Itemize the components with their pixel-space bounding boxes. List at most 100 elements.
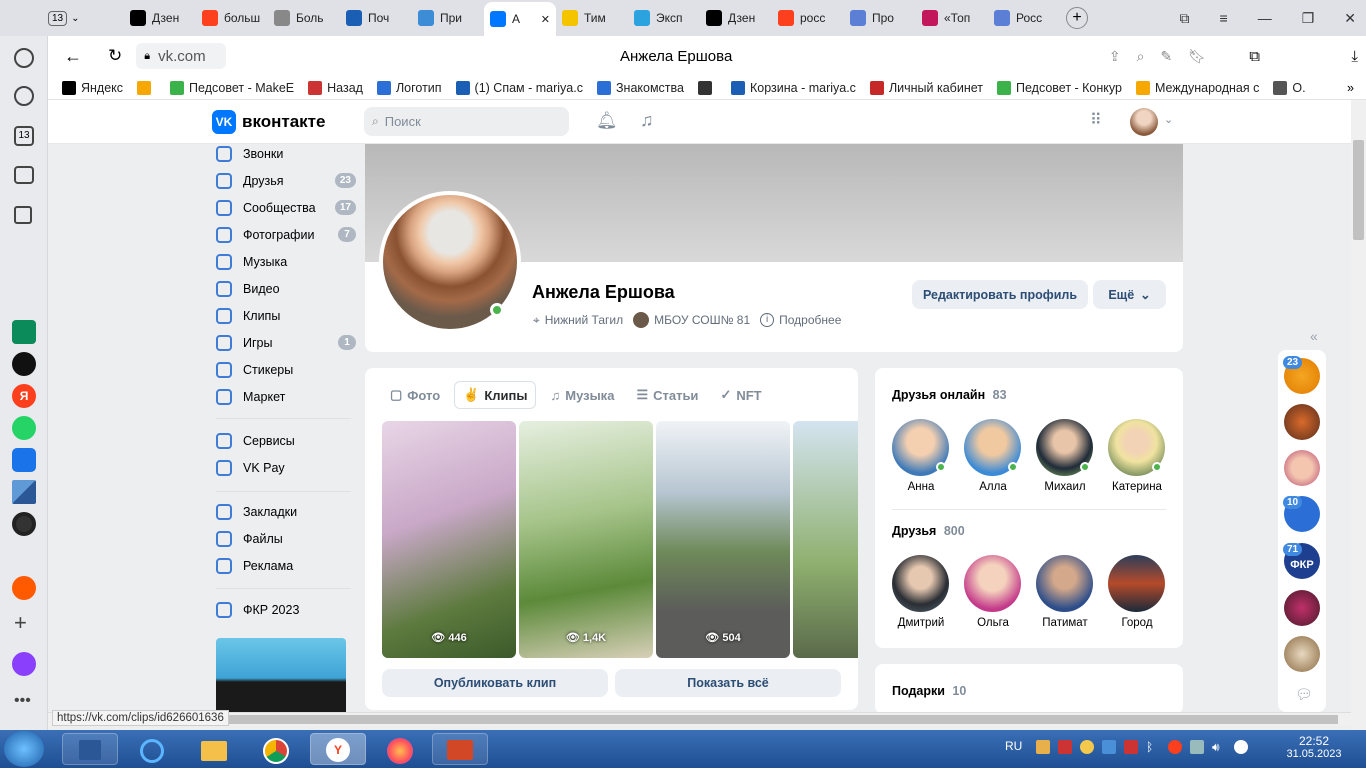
bookmark-item[interactable]: (1) Спам - mariya.c — [455, 80, 583, 95]
scrollbar-thumb[interactable] — [1353, 140, 1364, 240]
profile-city[interactable]: Нижний Тагил — [545, 313, 623, 327]
friend-name[interactable]: Анна — [886, 481, 956, 493]
friend-name[interactable]: Дмитрий — [886, 617, 956, 629]
chat-avatar[interactable] — [1284, 636, 1320, 672]
browser-tab[interactable]: Дзен — [700, 4, 772, 32]
volume-icon[interactable]: 🔊︎ — [1212, 740, 1226, 754]
friend-name[interactable]: Патимат — [1030, 617, 1100, 629]
menu-icon[interactable]: ≡ — [1220, 10, 1228, 27]
friend-name[interactable]: Алла — [958, 481, 1028, 493]
nav-item[interactable]: Видео — [216, 275, 356, 302]
tray-icon[interactable] — [1168, 740, 1182, 754]
header-avatar[interactable] — [1130, 108, 1158, 136]
music-note-icon[interactable]: ♫ — [640, 110, 654, 131]
bookmark-item[interactable]: Международная с — [1135, 80, 1259, 95]
tray-icon[interactable] — [1036, 740, 1050, 754]
media-tab[interactable]: ✌ Клипы — [454, 381, 537, 409]
ie-taskbar-icon[interactable] — [124, 733, 180, 765]
app-green-icon[interactable] — [12, 320, 36, 344]
browser-tab[interactable]: Боль — [268, 4, 340, 32]
nav-item[interactable]: Файлы — [216, 525, 356, 552]
publish-clip-button[interactable]: Опубликовать клип — [382, 669, 608, 697]
clip-thumbnail[interactable]: 👁︎ 446 — [382, 421, 516, 658]
browser-tab[interactable]: При — [412, 4, 484, 32]
explorer-taskbar-icon[interactable] — [186, 733, 242, 765]
bookmark-icon[interactable]: 🔖︎ — [1188, 48, 1206, 65]
bookmark-item[interactable]: Знакомства — [596, 80, 684, 95]
scrollbar-thumb[interactable] — [68, 715, 1338, 724]
more-bookmarks-icon[interactable]: » — [1347, 81, 1354, 95]
chevron-down-icon[interactable]: ⌄ — [1164, 113, 1173, 126]
bookmark-item[interactable]: О. — [1273, 80, 1306, 95]
media-tab[interactable]: ✓ NFT — [712, 381, 769, 409]
nav-item[interactable]: Игры 1 — [216, 329, 356, 356]
bluetooth-icon[interactable]: ᛒ — [1146, 740, 1160, 754]
nav-item[interactable]: Реклама — [216, 552, 356, 579]
start-button[interactable] — [4, 731, 44, 767]
word-taskbar-icon[interactable] — [62, 733, 118, 765]
chat-bubble-icon[interactable]: 💬︎ — [1295, 686, 1313, 703]
show-all-button[interactable]: Показать всё — [615, 669, 841, 697]
translate-icon[interactable]: ⌕ — [1137, 48, 1145, 65]
bookmark-item[interactable] — [137, 80, 156, 95]
whatsapp-icon[interactable] — [12, 416, 36, 440]
nav-item[interactable]: Сообщества 17 — [216, 194, 356, 221]
tray-icon[interactable] — [1102, 740, 1116, 754]
address-field[interactable]: 🔒︎ vk.com — [136, 43, 227, 69]
alice-ring-icon[interactable] — [12, 512, 36, 536]
nav-item[interactable]: Звонки — [216, 140, 356, 167]
music-app-icon[interactable] — [12, 576, 36, 600]
add-icon[interactable]: + — [14, 610, 27, 636]
friend-name[interactable]: Михаил — [1030, 481, 1100, 493]
more-dropdown-button[interactable]: Ещё ⌄ — [1093, 280, 1166, 309]
more-icon[interactable]: ••• — [14, 692, 31, 710]
nav-item[interactable]: ФКР 2023 — [216, 596, 356, 623]
screenshot-icon[interactable] — [14, 166, 34, 184]
clip-thumbnail[interactable] — [793, 421, 858, 658]
friend-name[interactable]: Ольга — [958, 617, 1028, 629]
friend-avatar[interactable] — [892, 555, 949, 612]
browser-tab[interactable]: «Топ — [916, 4, 988, 32]
firefox-taskbar-icon[interactable] — [372, 733, 428, 765]
chat-avatar[interactable] — [1284, 404, 1320, 440]
clock[interactable]: 22:52 31.05.2023 — [1282, 734, 1346, 760]
download-icon[interactable]: ⤓ — [1351, 48, 1358, 65]
bookmark-item[interactable]: Яндекс — [62, 80, 123, 95]
browser-tab[interactable]: больш — [196, 4, 268, 32]
browser-tab[interactable]: Дзен — [124, 4, 196, 32]
apps-grid-icon[interactable]: ⠿ — [1090, 110, 1102, 130]
bookmark-item[interactable]: Педсовет - МakeE — [170, 80, 294, 95]
language-indicator[interactable]: RU — [1005, 739, 1022, 753]
network-icon[interactable] — [1190, 740, 1204, 754]
browser-tab[interactable]: А ✕ — [484, 2, 556, 36]
bookmark-item[interactable]: Логотип — [376, 80, 442, 95]
zen-icon[interactable] — [12, 352, 36, 376]
media-tab[interactable]: ▢ Фото — [382, 381, 448, 409]
yandex-icon[interactable]: Я — [12, 384, 36, 408]
collapse-chats-icon[interactable]: « — [1310, 328, 1318, 344]
friends-online-header[interactable]: Друзья онлайн 83 — [892, 388, 1007, 402]
clip-thumbnail[interactable]: 👁︎ 1,4K — [519, 421, 653, 658]
history-icon[interactable] — [14, 86, 34, 106]
restore-icon[interactable]: ❐ — [1302, 10, 1315, 27]
browser-tab[interactable]: Тим — [556, 4, 628, 32]
tray-icon[interactable] — [1124, 740, 1138, 754]
browser-tab[interactable]: Эксп — [628, 4, 700, 32]
nav-item[interactable]: Закладки — [216, 498, 356, 525]
tab-count-button[interactable]: 13 ⌄ — [48, 5, 108, 31]
gifts-header[interactable]: Подарки 10 — [892, 684, 966, 698]
extensions-icon[interactable]: ⧉ — [1249, 48, 1260, 65]
bookmark-item[interactable]: Назад — [308, 80, 363, 95]
ad-banner-image[interactable] — [216, 638, 346, 718]
nav-item[interactable]: Фотографии 7 — [216, 221, 356, 248]
chat-avatar[interactable] — [1284, 450, 1320, 486]
nav-item[interactable]: VK Pay — [216, 454, 356, 481]
alice-icon[interactable] — [12, 652, 36, 676]
browser-tab[interactable]: росс — [772, 4, 844, 32]
friend-avatar[interactable] — [1108, 555, 1165, 612]
friends-header[interactable]: Друзья 800 — [892, 524, 965, 538]
friend-avatar[interactable] — [1036, 555, 1093, 612]
chrome-taskbar-icon[interactable] — [248, 733, 304, 765]
app-blue-icon[interactable] — [12, 448, 36, 472]
share-icon[interactable]: ⇪ — [1109, 48, 1121, 65]
